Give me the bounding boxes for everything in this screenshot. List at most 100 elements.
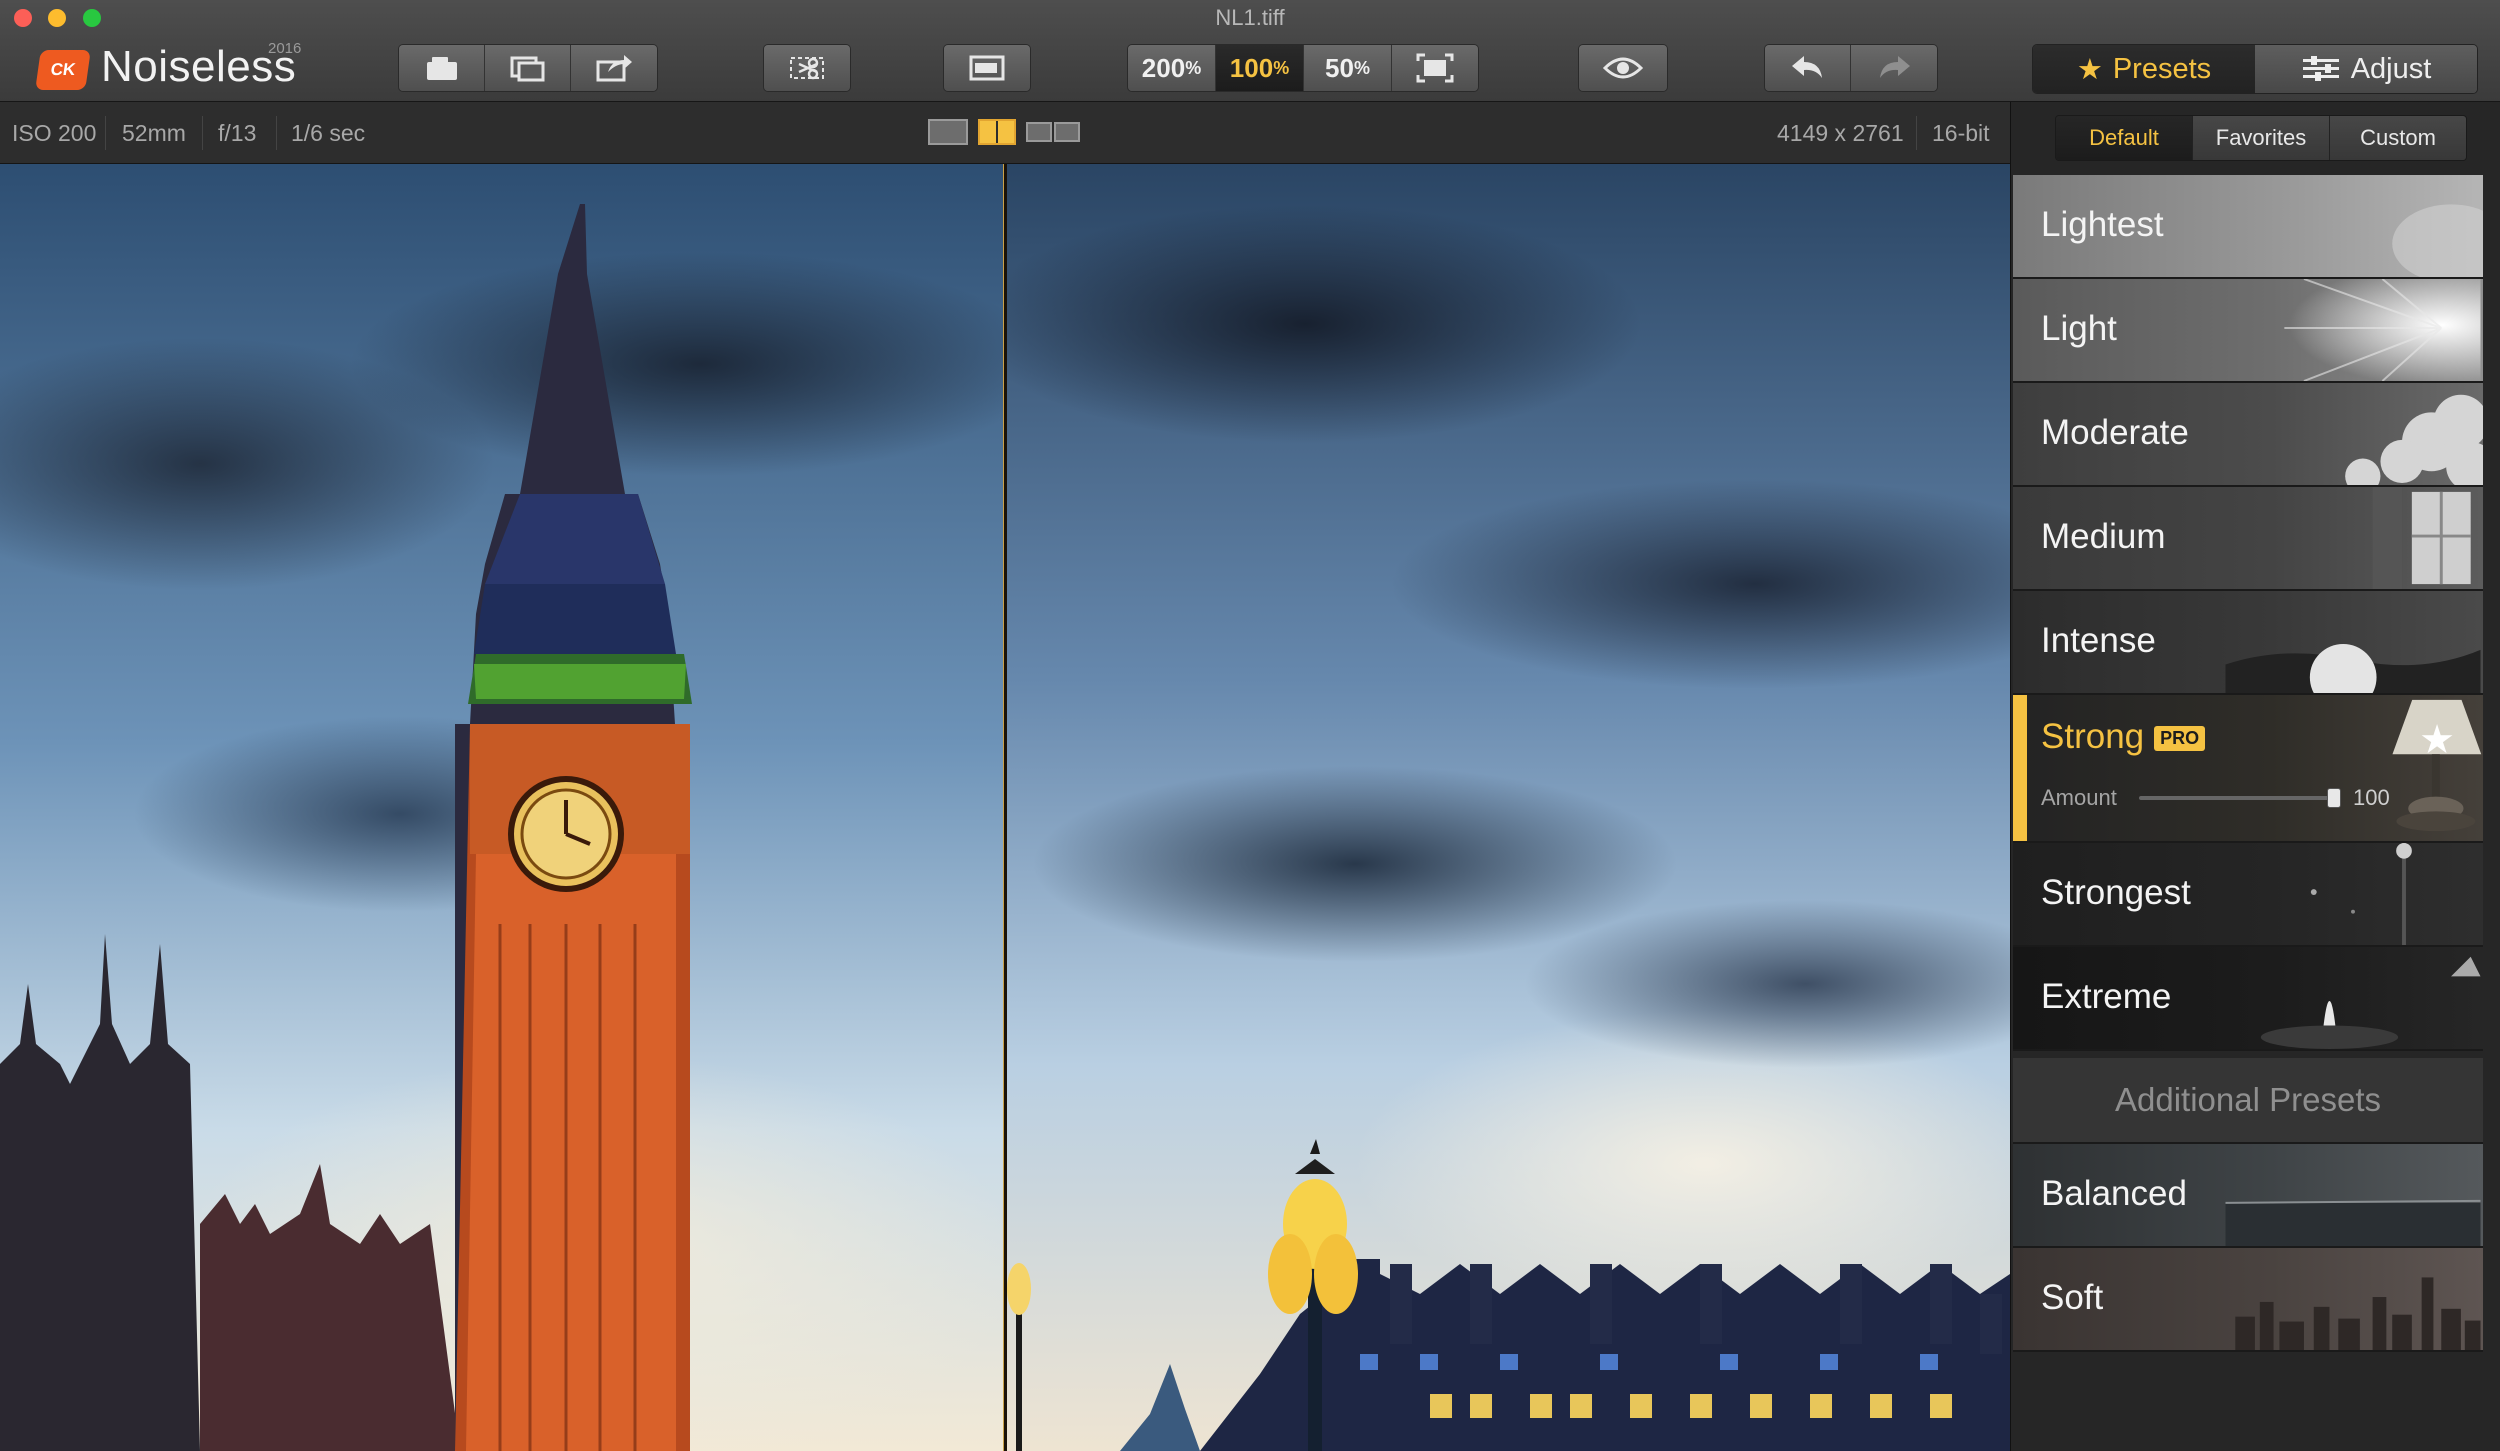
zoom-100-unit: %	[1273, 57, 1290, 78]
left-lamp	[1007, 1263, 1031, 1451]
tab-adjust[interactable]: Adjust	[2255, 45, 2477, 93]
info-divider	[1916, 116, 1917, 150]
preset-balanced-label: Balanced	[2041, 1174, 2187, 1213]
presets-panel: Default Favorites Custom Lightest Light	[2010, 102, 2500, 1451]
fit-screen-icon	[1416, 53, 1454, 83]
compare-button[interactable]	[944, 45, 1030, 91]
pro-badge: PRO	[2154, 726, 2206, 752]
preset-soft[interactable]: Soft	[2013, 1248, 2483, 1352]
preset-moderate-thumbnail	[2345, 394, 2483, 485]
tab-adjust-label: Adjust	[2350, 52, 2432, 85]
preset-light[interactable]: Light	[2013, 279, 2483, 383]
preset-strongest[interactable]: Strongest	[2013, 843, 2483, 947]
portcullis-building	[1120, 1259, 2010, 1451]
file-button-group	[398, 44, 658, 92]
export-icon	[596, 55, 632, 82]
fit-screen-button[interactable]	[1392, 45, 1478, 91]
zoom-200-unit: %	[1185, 57, 1202, 78]
preset-medium-label: Medium	[2041, 517, 2166, 556]
redo-arrow-icon	[1880, 56, 1910, 78]
preset-intense-label: Intense	[2041, 621, 2156, 660]
zoom-button-group: 200% 100% 50%	[1127, 44, 1479, 92]
preview-button[interactable]	[1579, 45, 1667, 91]
preset-light-label: Light	[2041, 309, 2117, 348]
preview-group	[1578, 44, 1668, 92]
eye-icon	[1603, 57, 1643, 79]
tab-presets-label: Presets	[2112, 52, 2212, 85]
preset-extreme[interactable]: Extreme	[2013, 947, 2483, 1051]
amount-slider-thumb[interactable]	[2327, 788, 2341, 808]
app-logo-icon: CK	[35, 50, 91, 90]
info-bar: ISO 200 52mm f/13 1/6 sec 4149 x 2761 16…	[0, 102, 2010, 164]
preset-strong-name: Strong	[2041, 717, 2145, 756]
preset-strong[interactable]: Strong PRO ★ Amount 100	[2013, 695, 2483, 843]
preset-balanced[interactable]: Balanced	[2013, 1144, 2483, 1248]
image-dimensions: 4149 x 2761	[1777, 120, 1904, 146]
compare-window-icon	[969, 55, 1005, 81]
export-button[interactable]	[571, 45, 657, 91]
shutter-speed-info: 1/6 sec	[291, 120, 366, 146]
batch-icon	[510, 56, 544, 82]
compare-group	[943, 44, 1031, 92]
zoom-200-value: 200	[1141, 52, 1186, 83]
preset-medium[interactable]: Medium	[2013, 487, 2483, 591]
filter-custom-tab[interactable]: Custom	[2330, 116, 2466, 160]
zoom-50-button[interactable]: 50%	[1304, 45, 1392, 91]
amount-slider-fill	[2139, 796, 2341, 800]
additional-presets-header[interactable]: Additional Presets	[2013, 1058, 2483, 1144]
toolbar: NL1.tiff CK Noiseless 2016 200 % 100 % 5…	[0, 0, 2500, 102]
amount-value: 100	[2353, 785, 2390, 810]
open-button[interactable]	[399, 45, 485, 91]
preset-extreme-thumbnail	[2260, 956, 2481, 1049]
preset-lightest[interactable]: Lightest	[2013, 175, 2483, 279]
split-divider-handle[interactable]	[1003, 164, 1007, 1451]
preset-balanced-thumbnail	[2225, 1199, 2481, 1246]
undo-arrow-icon	[1791, 56, 1822, 78]
sliders-icon	[2302, 56, 2339, 81]
preset-soft-label: Soft	[2041, 1278, 2104, 1317]
filter-default-tab[interactable]: Default	[2056, 116, 2193, 160]
star-icon: ★	[2076, 53, 2103, 86]
side-by-side-left-icon[interactable]	[1026, 122, 1052, 142]
preset-strongest-thumbnail	[2310, 843, 2412, 945]
tab-presets[interactable]: ★ Presets	[2033, 45, 2255, 93]
filter-favorites-tab[interactable]: Favorites	[2193, 116, 2330, 160]
zoom-200-button[interactable]: 200%	[1128, 45, 1216, 91]
app-name: Noiseless	[101, 42, 297, 91]
preset-soft-thumbnail	[2235, 1277, 2481, 1350]
info-divider	[276, 116, 277, 150]
amount-slider[interactable]	[2139, 788, 2341, 808]
parliament-left	[0, 934, 460, 1451]
crop-button[interactable]	[764, 45, 850, 91]
info-divider	[105, 116, 106, 150]
preset-filter-tabs: Default Favorites Custom	[2055, 115, 2467, 161]
zoom-50-unit: %	[1353, 57, 1370, 78]
amount-label: Amount	[2041, 785, 2117, 810]
side-by-side-right-icon[interactable]	[1054, 122, 1080, 142]
image-canvas[interactable]	[0, 164, 2010, 1451]
undo-button[interactable]	[1765, 45, 1851, 91]
open-icon	[426, 57, 457, 80]
crop-scissors-icon	[790, 57, 824, 80]
preset-lightest-label: Lightest	[2041, 205, 2164, 244]
batch-button[interactable]	[485, 45, 571, 91]
favorite-star-icon[interactable]: ★	[2419, 717, 2455, 763]
preset-extreme-label: Extreme	[2041, 977, 2172, 1016]
info-divider	[202, 116, 203, 150]
preset-moderate[interactable]: Moderate	[2013, 383, 2483, 487]
zoom-50-value: 50	[1325, 52, 1354, 83]
app-year: 2016	[268, 40, 302, 57]
panel-tabs: ★ Presets Adjust	[2032, 44, 2478, 94]
single-view-icon[interactable]	[928, 119, 968, 145]
split-view-icon[interactable]	[978, 119, 1016, 145]
preset-intense[interactable]: Intense	[2013, 591, 2483, 695]
preset-lightest-thumbnail	[2392, 204, 2483, 277]
preset-moderate-label: Moderate	[2041, 413, 2189, 452]
zoom-100-value: 100	[1229, 52, 1274, 83]
big-ben-tower	[455, 204, 692, 1451]
redo-button[interactable]	[1851, 45, 1937, 91]
preset-strongest-label: Strongest	[2041, 873, 2191, 912]
zoom-100-button[interactable]: 100%	[1216, 45, 1304, 91]
focal-length-info: 52mm	[122, 120, 186, 146]
window-title: NL1.tiff	[1215, 5, 1285, 30]
